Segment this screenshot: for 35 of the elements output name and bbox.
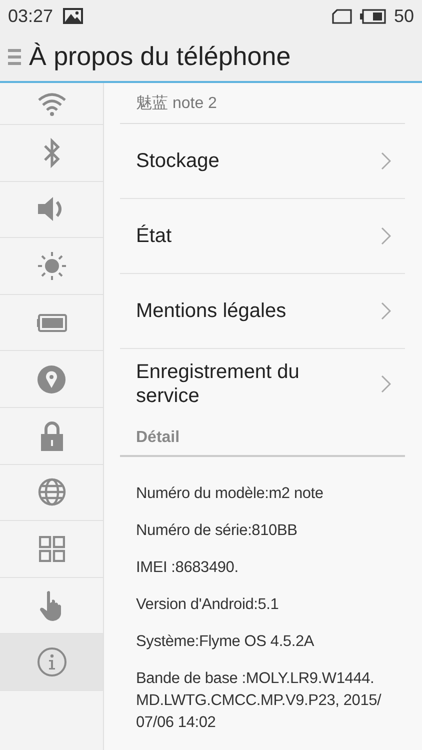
detail-text: Numéro du modèle:m2 note xyxy=(136,484,324,504)
detail-text: Version d'Android:5.1 xyxy=(136,595,280,615)
menu-row[interactable]: Enregistrement du service xyxy=(120,349,405,419)
chevron-icon xyxy=(381,152,391,170)
detail-text: Numéro de série:810BB xyxy=(136,521,298,541)
globe-icon xyxy=(38,478,66,506)
page-title: À propos du téléphone xyxy=(29,41,291,72)
lock-icon xyxy=(40,420,64,451)
battery-icon xyxy=(36,314,66,332)
sidebar-item[interactable] xyxy=(0,464,103,522)
bluetooth-icon xyxy=(42,138,62,168)
battery-level-text: 50 xyxy=(394,6,414,26)
sidebar-item[interactable] xyxy=(0,634,103,691)
sun-icon xyxy=(36,250,66,281)
detail-text: Système:Flyme OS 4.5.2A xyxy=(136,632,316,652)
device-name: 魅蓝 note 2 xyxy=(120,83,405,124)
sidebar-item[interactable] xyxy=(0,182,103,238)
menu-row[interactable]: État xyxy=(120,199,405,274)
section-heading: Détail xyxy=(120,419,405,457)
battery-icon xyxy=(360,8,386,24)
image-icon xyxy=(63,8,84,24)
menu-icon[interactable] xyxy=(8,48,21,64)
detail-text: IMEI :8683490. xyxy=(136,558,240,578)
chevron-icon xyxy=(381,375,391,393)
location-icon xyxy=(37,364,66,394)
detail-text: Bande de base :MOLY.LR9.W1444. MD.LWTG.CMCC.MP.V9.P23, 2015/ 07/06 14:02 xyxy=(136,669,382,733)
clock: 03:27 xyxy=(8,6,54,26)
info-icon xyxy=(36,647,66,678)
menu-row[interactable]: Mentions légales xyxy=(120,274,405,349)
grid-icon xyxy=(38,536,64,562)
wifi-icon xyxy=(36,92,66,116)
menu-row[interactable]: Stockage xyxy=(120,124,405,199)
chevron-icon xyxy=(381,227,391,245)
chevron-icon xyxy=(381,302,391,320)
sim-card-icon xyxy=(332,8,352,24)
